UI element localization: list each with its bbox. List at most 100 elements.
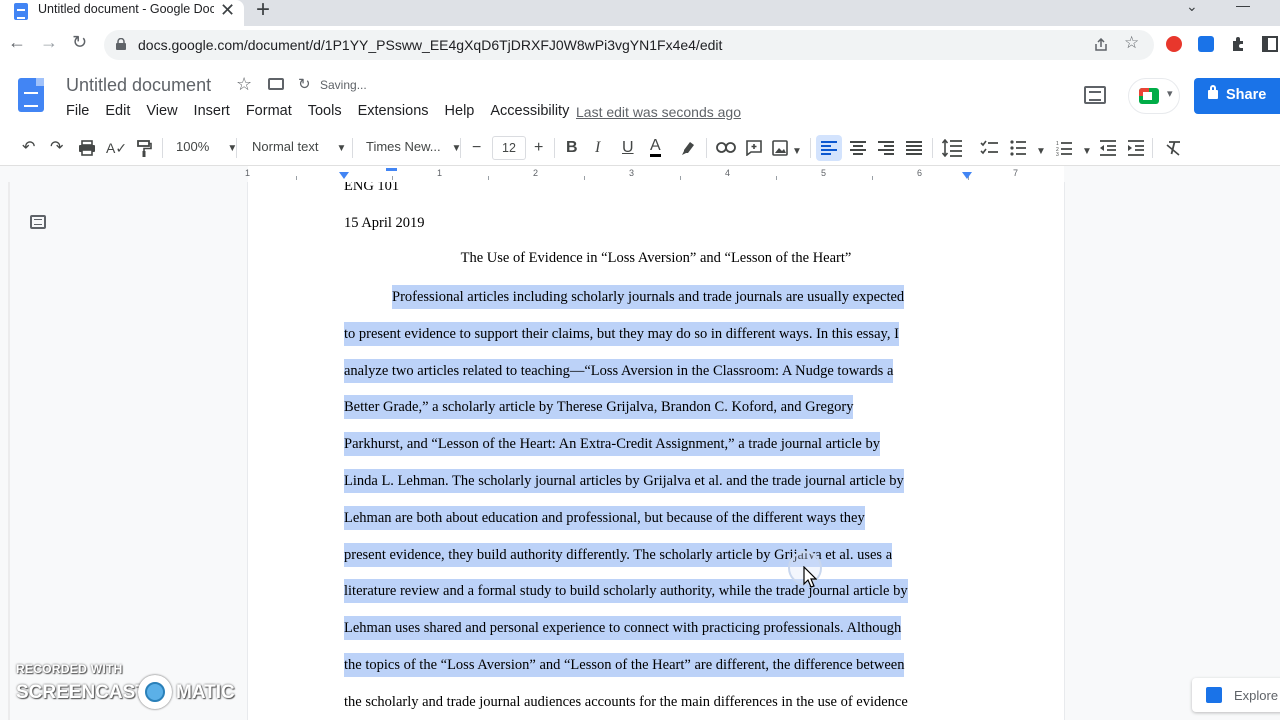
lock-icon xyxy=(1208,85,1218,99)
print-icon[interactable] xyxy=(78,140,96,156)
document-title[interactable]: Untitled document xyxy=(66,75,211,96)
reload-icon[interactable]: ↻ xyxy=(72,32,87,53)
italic-button[interactable]: I xyxy=(595,138,600,158)
ruler-number: 1 xyxy=(245,168,251,178)
move-to-folder-icon[interactable] xyxy=(268,78,284,90)
decrease-font-size-button[interactable]: − xyxy=(472,138,481,158)
google-docs-logo-icon[interactable] xyxy=(18,78,44,112)
selected-text-line: the topics of the “Loss Aversion” and “L… xyxy=(344,653,905,677)
screencast-watermark: RECORDED WITH SCREENCAST MATIC xyxy=(16,660,246,716)
insert-link-icon[interactable] xyxy=(716,142,736,153)
clear-formatting-icon[interactable] xyxy=(1166,140,1182,156)
first-line-indent-marker[interactable] xyxy=(386,168,397,171)
selected-text: literature review and a formal study to … xyxy=(344,579,908,603)
align-left-icon xyxy=(821,141,837,155)
chevron-down-icon[interactable]: ▼ xyxy=(1082,142,1092,162)
browser-tab-title: Untitled document - Google Docs xyxy=(38,2,214,16)
bulleted-list-icon[interactable] xyxy=(1010,140,1026,156)
line-spacing-icon[interactable] xyxy=(942,139,962,157)
docs-header: Untitled document ☆ ↻ Saving... File Edi… xyxy=(0,64,1280,130)
menu-accessibility[interactable]: Accessibility xyxy=(490,103,569,123)
ruler-number: 5 xyxy=(821,168,827,178)
ruler-tick xyxy=(296,176,297,180)
redo-icon[interactable]: ↷ xyxy=(50,138,63,158)
comment-history-icon[interactable] xyxy=(1084,86,1106,104)
toolbar-divider xyxy=(162,138,163,158)
selected-text-line: Parkhurst, and “Lesson of the Heart: An … xyxy=(344,432,880,456)
share-page-icon[interactable] xyxy=(1094,38,1108,52)
ruler-tick xyxy=(680,176,681,180)
align-center-icon[interactable] xyxy=(850,141,866,155)
bold-button[interactable]: B xyxy=(566,138,578,158)
numbered-list-icon[interactable]: 123 xyxy=(1056,140,1072,156)
explore-label: Explore xyxy=(1234,688,1279,703)
ruler-number: 3 xyxy=(629,168,635,178)
side-panel-icon[interactable] xyxy=(1262,36,1278,52)
selected-text: the topics of the “Loss Aversion” and “L… xyxy=(344,653,905,677)
back-arrow-icon[interactable]: ← xyxy=(8,32,26,53)
window-minimize-icon[interactable] xyxy=(1236,6,1250,7)
meet-button[interactable]: ▾ xyxy=(1128,78,1180,114)
address-bar[interactable]: docs.google.com/document/d/1P1YY_PSsww_E… xyxy=(104,30,1154,60)
align-justify-icon[interactable] xyxy=(906,141,922,155)
menu-file[interactable]: File xyxy=(66,103,89,123)
tab-close-icon[interactable]: ✕ xyxy=(220,0,235,21)
zoom-select[interactable]: 100% ▼ xyxy=(176,139,237,154)
menu-format[interactable]: Format xyxy=(246,103,292,123)
align-right-icon[interactable] xyxy=(878,141,894,155)
extension-opera-icon[interactable] xyxy=(1166,36,1182,52)
extensions-puzzle-icon[interactable] xyxy=(1230,36,1246,52)
add-comment-icon[interactable] xyxy=(746,140,762,156)
checklist-icon[interactable] xyxy=(980,139,998,157)
horizontal-ruler[interactable]: 1 1 2 3 4 5 6 7 xyxy=(0,166,1280,182)
undo-icon[interactable]: ↶ xyxy=(22,138,35,158)
vertical-ruler[interactable] xyxy=(0,182,10,720)
font-size-input[interactable]: 12 xyxy=(492,136,526,160)
document-page[interactable]: ENG 101 15 April 2019 The Use of Evidenc… xyxy=(248,182,1064,720)
menu-edit[interactable]: Edit xyxy=(105,103,130,123)
google-meet-icon xyxy=(1139,88,1159,104)
decrease-indent-icon[interactable] xyxy=(1100,140,1116,156)
spellcheck-icon[interactable]: A✓ xyxy=(106,138,127,158)
explore-button[interactable]: Explore xyxy=(1192,678,1280,712)
forward-arrow-icon[interactable]: → xyxy=(40,32,58,53)
menu-tools[interactable]: Tools xyxy=(308,103,342,123)
watermark-screencast: SCREENCAST xyxy=(16,682,147,703)
font-select[interactable]: Times New... ▼ xyxy=(366,139,461,154)
ruler-tick xyxy=(584,176,585,180)
increase-font-size-button[interactable]: + xyxy=(534,138,543,158)
paint-format-icon[interactable] xyxy=(136,140,152,157)
align-left-button[interactable] xyxy=(816,135,842,161)
ruler-tick xyxy=(872,176,873,180)
menu-insert[interactable]: Insert xyxy=(194,103,230,123)
document-outline-icon[interactable] xyxy=(30,215,46,229)
chevron-down-icon: ▾ xyxy=(1167,88,1173,100)
star-icon[interactable]: ☆ xyxy=(236,74,252,95)
chevron-down-icon[interactable]: ▼ xyxy=(792,142,802,162)
ruler-number: 2 xyxy=(533,168,539,178)
share-button[interactable]: Share xyxy=(1194,78,1280,114)
lock-icon xyxy=(116,38,126,50)
bookmark-star-icon[interactable]: ☆ xyxy=(1124,33,1139,53)
new-tab-button[interactable]: + xyxy=(256,0,270,24)
tab-search-chevron-icon[interactable]: ⌄ xyxy=(1186,0,1198,15)
extension-blue-icon[interactable] xyxy=(1198,36,1214,52)
menu-help[interactable]: Help xyxy=(445,103,475,123)
right-indent-marker[interactable] xyxy=(962,172,972,179)
menu-view[interactable]: View xyxy=(146,103,177,123)
essay-title: The Use of Evidence in “Loss Aversion” a… xyxy=(460,250,852,266)
text-color-button[interactable]: A xyxy=(650,138,661,157)
chevron-down-icon[interactable]: ▼ xyxy=(1036,142,1046,162)
underline-button[interactable]: U xyxy=(622,138,634,158)
left-indent-marker[interactable] xyxy=(339,172,349,179)
sync-icon: ↻ xyxy=(298,76,311,93)
highlight-color-icon[interactable] xyxy=(680,140,696,156)
insert-image-icon[interactable] xyxy=(772,140,788,156)
toolbar-divider xyxy=(352,138,353,158)
last-edit-link[interactable]: Last edit was seconds ago xyxy=(576,104,741,120)
document-canvas: ENG 101 15 April 2019 The Use of Evidenc… xyxy=(0,182,1280,720)
paragraph-style-select[interactable]: Normal text ▼ xyxy=(252,139,346,154)
increase-indent-icon[interactable] xyxy=(1128,140,1144,156)
menu-extensions[interactable]: Extensions xyxy=(358,103,429,123)
doc-text-line: the scholarly and trade journal audience… xyxy=(344,694,908,710)
